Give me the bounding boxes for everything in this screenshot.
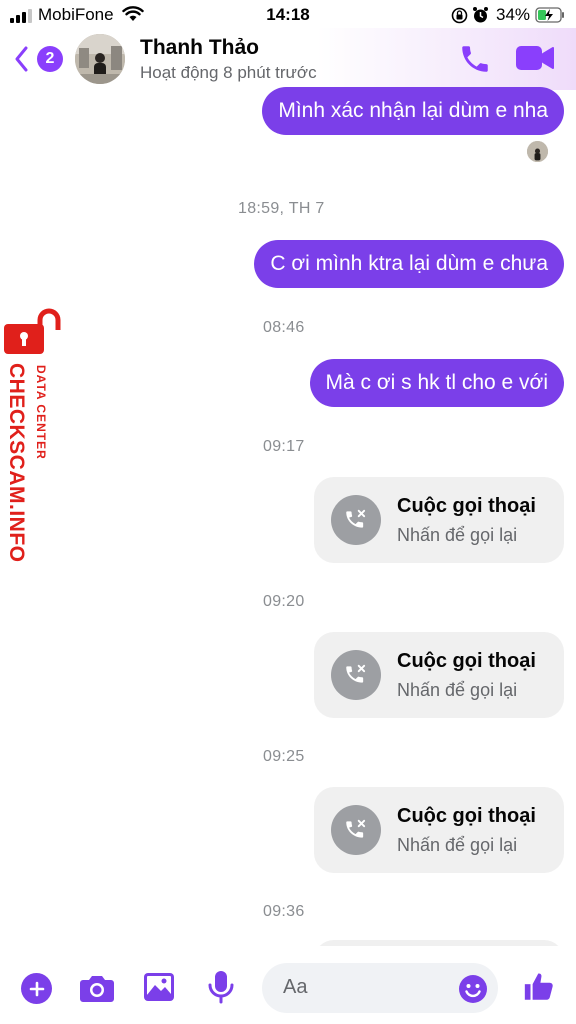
gallery-icon	[144, 973, 174, 1001]
call-subtitle: Nhấn để gọi lại	[397, 525, 518, 545]
missed-call-icon	[331, 650, 381, 700]
timestamp: 18:59, TH 7	[238, 200, 325, 217]
message-input-placeholder: Aa	[283, 976, 308, 998]
outgoing-message[interactable]: Mình xác nhận lại dùm e nha	[262, 87, 564, 135]
call-title: Cuộc gọi thoại	[397, 495, 536, 517]
watermark-lock-icon	[4, 308, 62, 361]
timestamp: 09:25	[263, 748, 305, 765]
camera-button[interactable]	[79, 973, 115, 1008]
more-actions-button[interactable]	[21, 973, 52, 1004]
call-subtitle: Nhấn để gọi lại	[397, 680, 518, 700]
watermark-subtitle: DATA CENTER	[34, 365, 48, 460]
call-title: Cuộc gọi thoại	[397, 650, 536, 672]
thumbs-up-icon	[524, 973, 553, 1000]
missed-call-icon	[331, 805, 381, 855]
call-title: Cuộc gọi thoại	[397, 805, 536, 827]
message-thread: Mình xác nhận lại dùm e nha 18:59, TH 7 …	[0, 0, 576, 1024]
call-subtitle: Nhấn để gọi lại	[397, 835, 518, 855]
missed-call-card[interactable]: Cuộc gọi thoại Nhấn để gọi lại	[314, 632, 564, 718]
gallery-button[interactable]	[143, 972, 175, 1007]
seen-receipt-avatar	[527, 141, 548, 162]
emoji-icon	[459, 975, 487, 1003]
timestamp: 09:17	[263, 438, 305, 455]
like-button[interactable]	[522, 970, 556, 1009]
watermark-brand: CHECKSCAM.INFO	[5, 363, 28, 563]
timestamp: 09:20	[263, 593, 305, 610]
composer-bar: Aa	[0, 946, 576, 1024]
camera-icon	[80, 976, 114, 1002]
outgoing-message[interactable]: C ơi mình ktra lại dùm e chưa	[254, 240, 564, 288]
missed-call-card[interactable]: Cuộc gọi thoại Nhấn để gọi lại	[314, 787, 564, 873]
missed-call-icon	[331, 495, 381, 545]
timestamp: 08:46	[263, 319, 305, 336]
microphone-icon	[208, 971, 234, 1004]
outgoing-message[interactable]: Mà c ơi s hk tl cho e với	[309, 359, 564, 407]
missed-call-card[interactable]: Cuộc gọi thoại Nhấn để gọi lại	[314, 477, 564, 563]
emoji-button[interactable]	[458, 974, 488, 1009]
timestamp: 09:36	[263, 903, 305, 920]
plus-icon	[29, 981, 44, 996]
voice-message-button[interactable]	[208, 970, 234, 1009]
